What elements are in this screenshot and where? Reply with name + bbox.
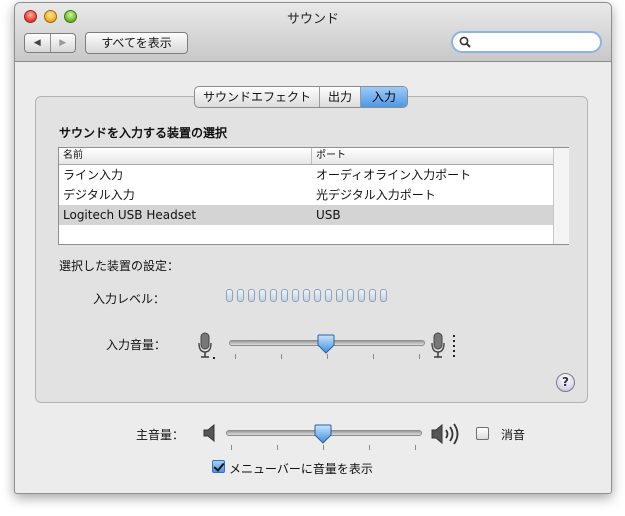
input-volume-knob[interactable] bbox=[317, 334, 335, 354]
level-segment bbox=[259, 289, 266, 302]
main-volume-knob[interactable] bbox=[314, 424, 332, 444]
input-panel bbox=[35, 96, 588, 403]
table-header: 名前 ポート bbox=[59, 148, 553, 165]
microphone-low-icon bbox=[198, 332, 215, 359]
level-segment bbox=[336, 289, 343, 302]
level-segment bbox=[270, 289, 277, 302]
window-title: サウンド bbox=[286, 12, 339, 27]
level-segment bbox=[226, 289, 233, 302]
device-section-title: サウンドを入力する装置の選択 bbox=[59, 126, 228, 140]
forward-button[interactable]: ▶ bbox=[51, 34, 76, 52]
input-device-table: 名前 ポート ライン入力 オーディオライン入力ポート デジタル入力 光デジタル入… bbox=[58, 147, 569, 245]
table-row[interactable]: ライン入力 オーディオライン入力ポート bbox=[59, 165, 553, 185]
level-segment bbox=[292, 289, 299, 302]
table-scrollbar[interactable] bbox=[553, 148, 569, 244]
device-name: Logitech USB Headset bbox=[63, 208, 197, 222]
search-field[interactable] bbox=[451, 31, 602, 53]
level-segment bbox=[248, 289, 255, 302]
column-header-port[interactable]: ポート bbox=[311, 148, 346, 164]
back-button[interactable]: ◀ bbox=[25, 34, 51, 52]
slider-tick bbox=[373, 354, 374, 359]
mute-label: 消音 bbox=[501, 428, 526, 442]
device-name: デジタル入力 bbox=[63, 188, 135, 202]
level-segment bbox=[237, 289, 244, 302]
show-volume-in-menubar-checkbox[interactable] bbox=[212, 460, 225, 473]
main-volume-label: 主音量： bbox=[136, 428, 185, 442]
level-segment bbox=[358, 289, 365, 302]
level-segment bbox=[380, 289, 387, 302]
history-nav: ◀ ▶ bbox=[24, 33, 76, 53]
slider-tick bbox=[419, 354, 420, 359]
slider-tick bbox=[281, 354, 282, 359]
input-volume-label: 入力音量： bbox=[106, 338, 167, 352]
level-segment bbox=[281, 289, 288, 302]
microphone-high-icon bbox=[431, 332, 455, 358]
device-port: USB bbox=[316, 208, 341, 222]
input-level-meter bbox=[226, 289, 387, 302]
slider-tick bbox=[277, 445, 278, 450]
tab-output[interactable]: 出力 bbox=[320, 87, 362, 107]
sound-preferences-window: サウンド ◀ ▶ すべてを表示 サウンドエフェクト 出力 入力 サウンドを入力す… bbox=[14, 2, 612, 494]
selected-device-settings-label: 選択した装置の設定： bbox=[59, 259, 180, 273]
device-port: 光デジタル入力ポート bbox=[316, 188, 436, 202]
slider-tick bbox=[369, 445, 370, 450]
show-all-button[interactable]: すべてを表示 bbox=[85, 32, 188, 54]
table-row[interactable]: Logitech USB Headset USB bbox=[59, 205, 553, 225]
level-segment bbox=[325, 289, 332, 302]
device-port: オーディオライン入力ポート bbox=[316, 168, 472, 182]
device-name: ライン入力 bbox=[63, 168, 124, 182]
magnifier-icon bbox=[459, 36, 471, 48]
mute-checkbox[interactable] bbox=[476, 427, 489, 440]
column-header-name[interactable]: 名前 bbox=[63, 148, 83, 164]
level-segment bbox=[314, 289, 321, 302]
table-row[interactable]: デジタル入力 光デジタル入力ポート bbox=[59, 185, 553, 205]
search-input[interactable] bbox=[475, 35, 597, 51]
tab-input[interactable]: 入力 bbox=[361, 87, 408, 107]
tab-bar: サウンドエフェクト 出力 入力 bbox=[194, 86, 409, 108]
tab-sound-effects[interactable]: サウンドエフェクト bbox=[195, 87, 321, 107]
speaker-low-icon bbox=[203, 424, 215, 442]
slider-tick bbox=[235, 354, 236, 359]
slider-tick bbox=[327, 354, 328, 359]
input-level-label: 入力レベル： bbox=[93, 292, 166, 306]
slider-tick bbox=[323, 445, 324, 450]
level-segment bbox=[347, 289, 354, 302]
title-bar: サウンド ◀ ▶ すべてを表示 bbox=[15, 3, 611, 62]
show-volume-in-menubar-label: メニューバーに音量を表示 bbox=[229, 462, 373, 476]
speaker-high-icon bbox=[431, 423, 459, 445]
help-button[interactable]: ? bbox=[556, 373, 575, 392]
level-segment bbox=[369, 289, 376, 302]
level-segment bbox=[303, 289, 310, 302]
slider-tick bbox=[231, 445, 232, 450]
slider-tick bbox=[415, 445, 416, 450]
